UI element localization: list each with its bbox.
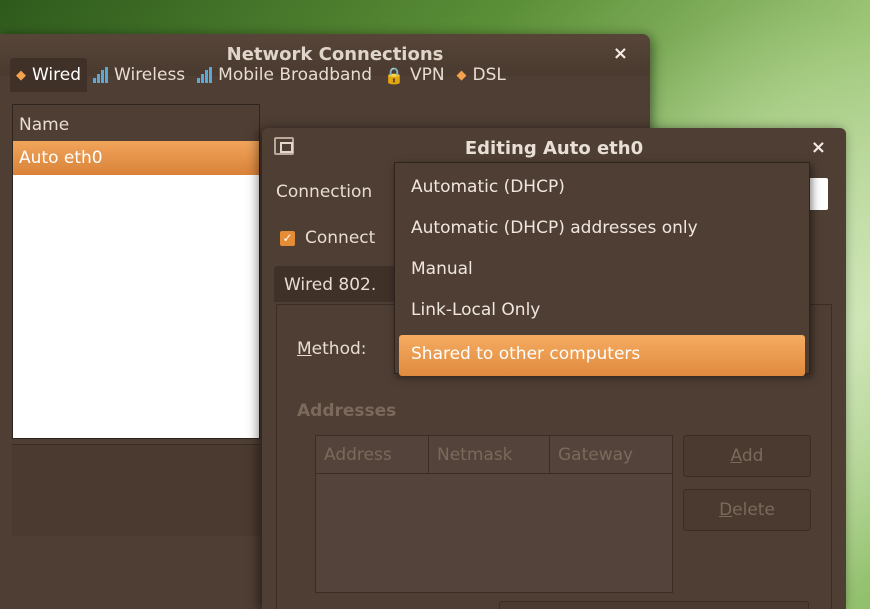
dns-servers-field[interactable] (499, 601, 809, 609)
connection-type-tabs: ◆ Wired Wireless Mobile Broadband 🔒 VPN … (10, 58, 512, 92)
connect-automatically-label: Connect (305, 228, 376, 248)
addresses-table: Address Netmask Gateway (315, 435, 673, 593)
mobile-signal-icon (197, 67, 213, 83)
list-column-header-name[interactable]: Name (13, 105, 259, 141)
connection-list: Name Auto eth0 (12, 104, 260, 439)
connect-automatically-row[interactable]: ✓ Connect (280, 228, 375, 248)
wired-icon: ◆ (16, 67, 26, 83)
tab-wireless[interactable]: Wireless (87, 58, 191, 92)
method-dropdown-menu: Automatic (DHCP) Automatic (DHCP) addres… (394, 162, 810, 376)
tab-vpn[interactable]: 🔒 VPN (378, 58, 451, 92)
delete-button[interactable]: Delete (683, 489, 811, 531)
connection-name-label: Connection (276, 182, 373, 202)
menu-item-shared-to-other-computers[interactable]: Shared to other computers (399, 335, 805, 376)
method-mnemonic: M (297, 339, 312, 359)
add-mnemonic: A (730, 446, 742, 466)
tab-wireless-label: Wireless (114, 65, 186, 85)
nc-close-button[interactable]: × (613, 43, 628, 64)
tab-mobile-broadband-label: Mobile Broadband (218, 65, 373, 85)
delete-label-rest: elete (732, 500, 775, 520)
menu-item-manual[interactable]: Manual (395, 250, 809, 291)
tab-vpn-label: VPN (409, 65, 445, 85)
ed-close-button[interactable]: × (811, 137, 826, 158)
method-label-rest: ethod: (311, 339, 367, 359)
delete-mnemonic: D (719, 500, 733, 520)
column-gateway: Gateway (558, 445, 634, 465)
tab-wired[interactable]: ◆ Wired (10, 58, 88, 92)
add-button[interactable]: Add (683, 435, 811, 477)
tab-dsl-label: DSL (472, 65, 506, 85)
addresses-table-header: Address Netmask Gateway (316, 436, 672, 474)
list-button-area (12, 444, 260, 536)
connect-automatically-checkbox[interactable]: ✓ (280, 230, 295, 246)
method-label: Method: (297, 339, 367, 359)
dsl-icon: ◆ (456, 67, 467, 83)
tab-dsl[interactable]: ◆ DSL (451, 58, 512, 92)
menu-item-dhcp-addresses-only[interactable]: Automatic (DHCP) addresses only (395, 209, 809, 250)
ed-titlebar[interactable]: Editing Auto eth0 × (262, 128, 846, 166)
tab-mobile-broadband[interactable]: Mobile Broadband (191, 58, 378, 92)
menu-item-link-local-only[interactable]: Link-Local Only (395, 291, 809, 332)
tab-wired-label: Wired (32, 65, 82, 85)
ed-window-title: Editing Auto eth0 (464, 138, 644, 159)
add-label-rest: dd (741, 446, 764, 466)
column-address: Address (316, 436, 429, 473)
menu-item-automatic-dhcp[interactable]: Automatic (DHCP) (395, 168, 809, 209)
lock-icon: 🔒 (384, 65, 404, 85)
addresses-heading: Addresses (297, 401, 397, 421)
wireless-signal-icon (93, 67, 109, 83)
column-netmask: Netmask (429, 436, 550, 473)
list-item[interactable]: Auto eth0 (13, 141, 259, 175)
